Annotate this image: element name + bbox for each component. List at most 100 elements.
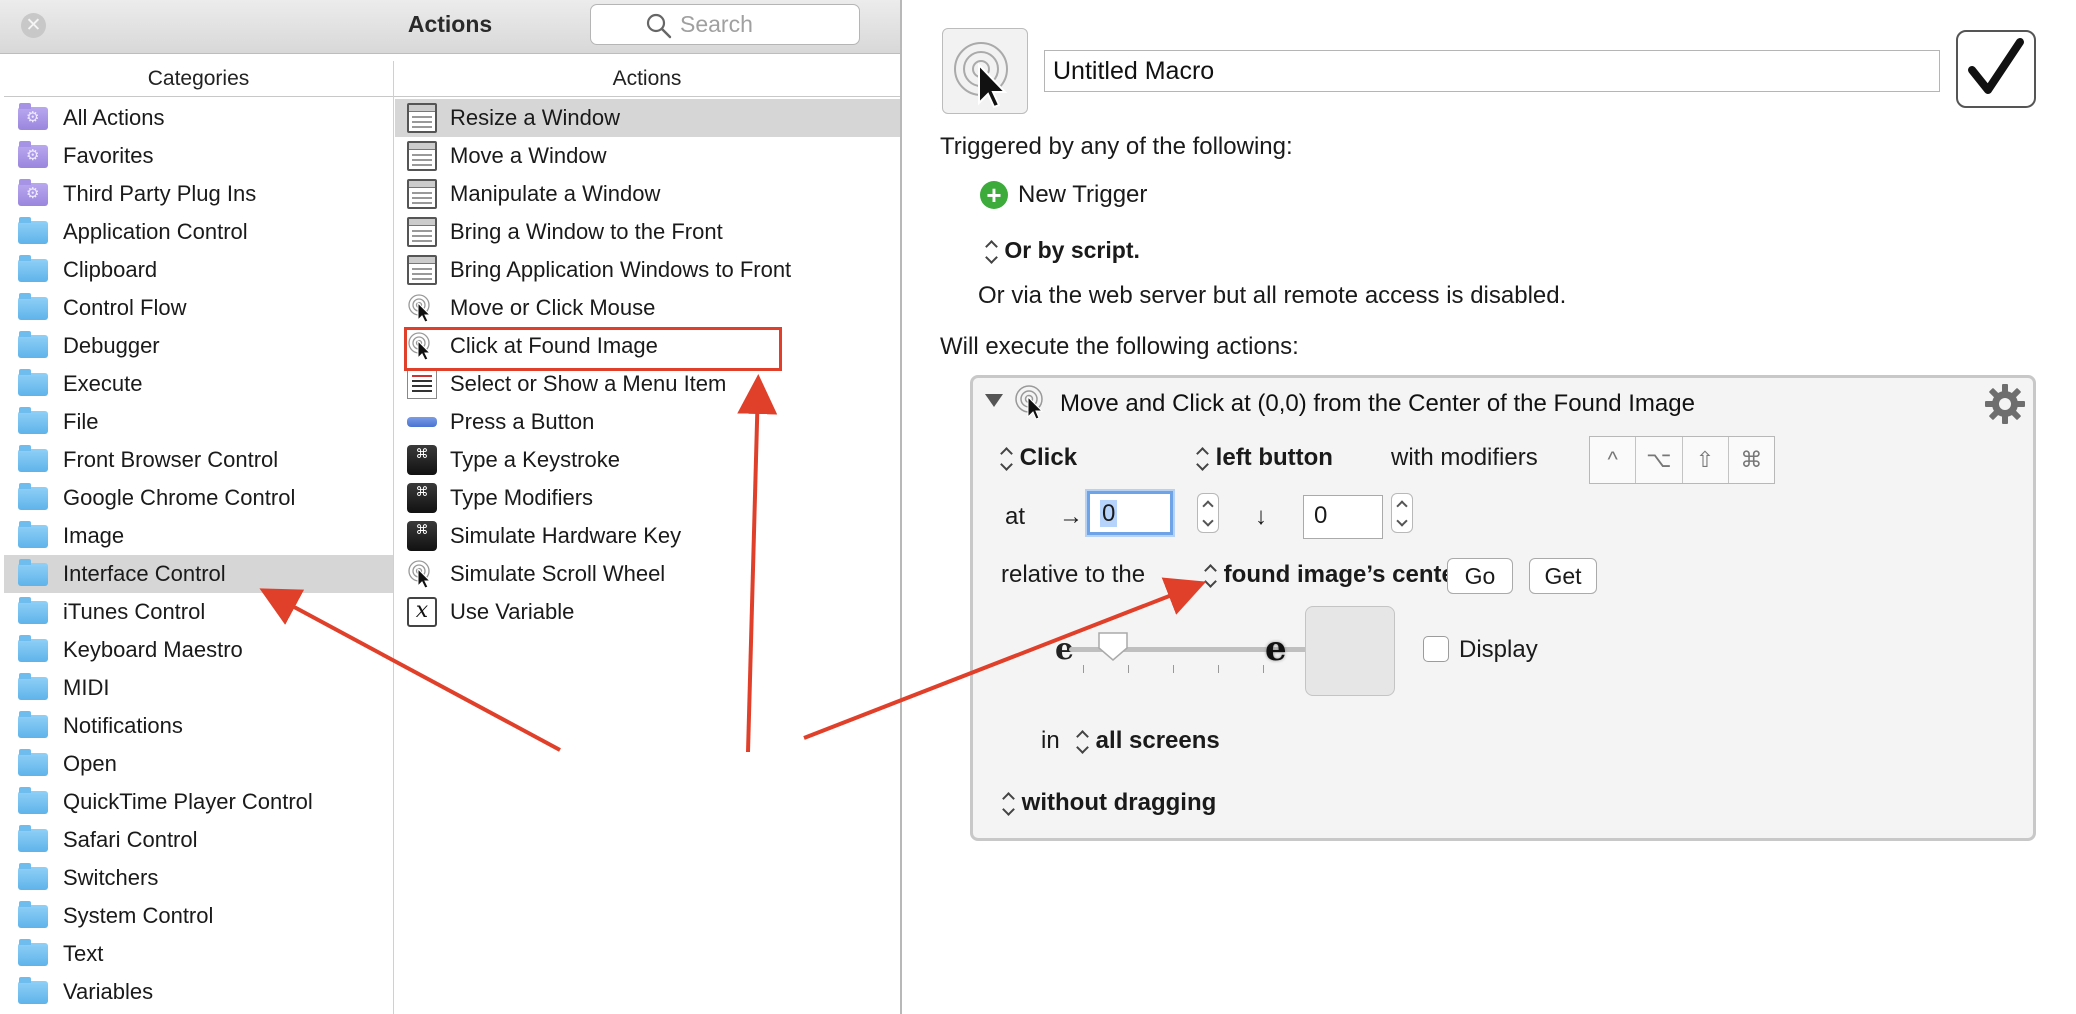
categories-list: All Actions Favorites Third Party Plug Ins… bbox=[4, 99, 393, 1011]
or-by-script-popup[interactable]: Or by script. bbox=[986, 237, 1139, 265]
window-icon bbox=[407, 103, 437, 133]
action-label: Manipulate a Window bbox=[450, 181, 661, 206]
y-offset-stepper[interactable] bbox=[1391, 493, 1413, 533]
actions-column-header[interactable]: Actions bbox=[394, 61, 900, 97]
action-label: Bring Application Windows to Front bbox=[450, 257, 792, 282]
action-row[interactable]: Bring a Window to the Front bbox=[395, 213, 900, 251]
folder-icon bbox=[18, 520, 48, 548]
category-row[interactable]: Debugger bbox=[4, 327, 393, 365]
category-row[interactable]: Variables bbox=[4, 973, 393, 1011]
search-field[interactable] bbox=[590, 4, 860, 45]
column-divider bbox=[393, 61, 394, 1014]
x-offset-stepper[interactable] bbox=[1197, 493, 1219, 533]
category-label: System Control bbox=[63, 903, 214, 928]
command-modifier-toggle[interactable]: ⌘ bbox=[1729, 437, 1774, 483]
category-label: QuickTime Player Control bbox=[63, 789, 313, 814]
category-row[interactable]: Image bbox=[4, 517, 393, 555]
folder-icon bbox=[18, 710, 48, 738]
close-button[interactable]: ✕ bbox=[21, 13, 46, 38]
click-type-value: Click bbox=[1019, 444, 1078, 471]
variable-icon: 𝑥 bbox=[407, 597, 437, 627]
new-trigger-label: New Trigger bbox=[1018, 181, 1148, 208]
category-label: Debugger bbox=[63, 333, 160, 358]
category-row[interactable]: Safari Control bbox=[4, 821, 393, 859]
category-row[interactable]: Open bbox=[4, 745, 393, 783]
relative-to-value: found image’s center bbox=[1223, 561, 1465, 588]
action-row[interactable]: ⌘ Simulate Hardware Key bbox=[395, 517, 900, 555]
gear-icon[interactable] bbox=[1983, 382, 2027, 426]
action-row[interactable]: Bring Application Windows to Front bbox=[395, 251, 900, 289]
macro-enabled-checkbox[interactable] bbox=[1956, 30, 2036, 108]
mouse-click-icon bbox=[407, 559, 437, 589]
category-row[interactable]: Third Party Plug Ins bbox=[4, 175, 393, 213]
drag-mode-popup[interactable]: without dragging bbox=[1003, 789, 1217, 817]
mouse-button-popup[interactable]: left button bbox=[1197, 444, 1333, 472]
action-row[interactable]: Manipulate a Window bbox=[395, 175, 900, 213]
category-row[interactable]: MIDI bbox=[4, 669, 393, 707]
folder-icon bbox=[18, 976, 48, 1004]
action-label: Press a Button bbox=[450, 409, 595, 434]
category-row[interactable]: Interface Control bbox=[4, 555, 393, 593]
action-row[interactable]: ⌘ Type a Keystroke bbox=[395, 441, 900, 479]
category-row[interactable]: Clipboard bbox=[4, 251, 393, 289]
category-row[interactable]: Notifications bbox=[4, 707, 393, 745]
shift-modifier-toggle[interactable]: ⇧ bbox=[1683, 437, 1729, 483]
image-drop-well[interactable] bbox=[1305, 606, 1395, 696]
category-label: Image bbox=[63, 523, 125, 548]
window-icon bbox=[407, 179, 437, 209]
action-label: Type Modifiers bbox=[450, 485, 594, 510]
category-row[interactable]: All Actions bbox=[4, 99, 393, 137]
popup-stepper-icon bbox=[1077, 729, 1089, 755]
display-checkbox[interactable] bbox=[1423, 636, 1449, 662]
category-label: Favorites bbox=[63, 143, 154, 168]
category-row[interactable]: Execute bbox=[4, 365, 393, 403]
categories-column-header[interactable]: Categories bbox=[4, 61, 394, 97]
y-offset-field[interactable]: 0 bbox=[1303, 495, 1383, 539]
screens-popup[interactable]: all screens bbox=[1077, 727, 1220, 755]
get-button[interactable]: Get bbox=[1529, 558, 1597, 594]
category-row[interactable]: Front Browser Control bbox=[4, 441, 393, 479]
command-key-icon: ⌘ bbox=[407, 445, 437, 475]
action-row[interactable]: Move or Click Mouse bbox=[395, 289, 900, 327]
action-row[interactable]: Move a Window bbox=[395, 137, 900, 175]
category-row[interactable]: Google Chrome Control bbox=[4, 479, 393, 517]
new-trigger-button[interactable]: + New Trigger bbox=[980, 181, 1147, 209]
slider-tick bbox=[1128, 665, 1129, 673]
category-row[interactable]: Switchers bbox=[4, 859, 393, 897]
screen-root: ✕ Actions Categories Actions All Actions… bbox=[0, 0, 2076, 1014]
folder-icon bbox=[18, 292, 48, 320]
category-row[interactable]: Favorites bbox=[4, 137, 393, 175]
macro-icon-well[interactable] bbox=[942, 28, 1028, 114]
category-row[interactable]: Control Flow bbox=[4, 289, 393, 327]
folder-icon bbox=[18, 786, 48, 814]
folder-icon bbox=[18, 748, 48, 776]
disclosure-triangle-icon[interactable] bbox=[985, 394, 1003, 407]
category-row[interactable]: File bbox=[4, 403, 393, 441]
fuzz-slider-knob[interactable] bbox=[1096, 630, 1130, 662]
action-row[interactable]: Press a Button bbox=[395, 403, 900, 441]
category-row[interactable]: Application Control bbox=[4, 213, 393, 251]
search-input[interactable] bbox=[680, 9, 850, 40]
action-title[interactable]: Move and Click at (0,0) from the Center … bbox=[1060, 390, 1695, 418]
action-row[interactable]: Resize a Window bbox=[395, 99, 900, 137]
go-button[interactable]: Go bbox=[1447, 558, 1513, 594]
category-row[interactable]: Keyboard Maestro bbox=[4, 631, 393, 669]
category-row[interactable]: QuickTime Player Control bbox=[4, 783, 393, 821]
click-type-popup[interactable]: Click bbox=[1001, 444, 1077, 472]
option-modifier-toggle[interactable]: ⌥ bbox=[1636, 437, 1683, 483]
control-modifier-toggle[interactable]: ^ bbox=[1590, 437, 1637, 483]
x-offset-field[interactable]: 0 bbox=[1087, 491, 1173, 535]
action-row[interactable]: Simulate Scroll Wheel bbox=[395, 555, 900, 593]
mouse-click-icon bbox=[954, 42, 1008, 109]
relative-to-popup[interactable]: found image’s center bbox=[1205, 561, 1465, 589]
macro-editor: Triggered by any of the following: + New… bbox=[904, 0, 2076, 1014]
category-row[interactable]: iTunes Control bbox=[4, 593, 393, 631]
macro-name-field[interactable] bbox=[1044, 50, 1940, 92]
category-label: Front Browser Control bbox=[63, 447, 279, 472]
category-row[interactable]: Text bbox=[4, 935, 393, 973]
action-row[interactable]: ⌘ Type Modifiers bbox=[395, 479, 900, 517]
category-label: Control Flow bbox=[63, 295, 187, 320]
category-row[interactable]: System Control bbox=[4, 897, 393, 935]
mouse-click-icon bbox=[1015, 385, 1044, 420]
action-row[interactable]: 𝑥 Use Variable bbox=[395, 593, 900, 631]
